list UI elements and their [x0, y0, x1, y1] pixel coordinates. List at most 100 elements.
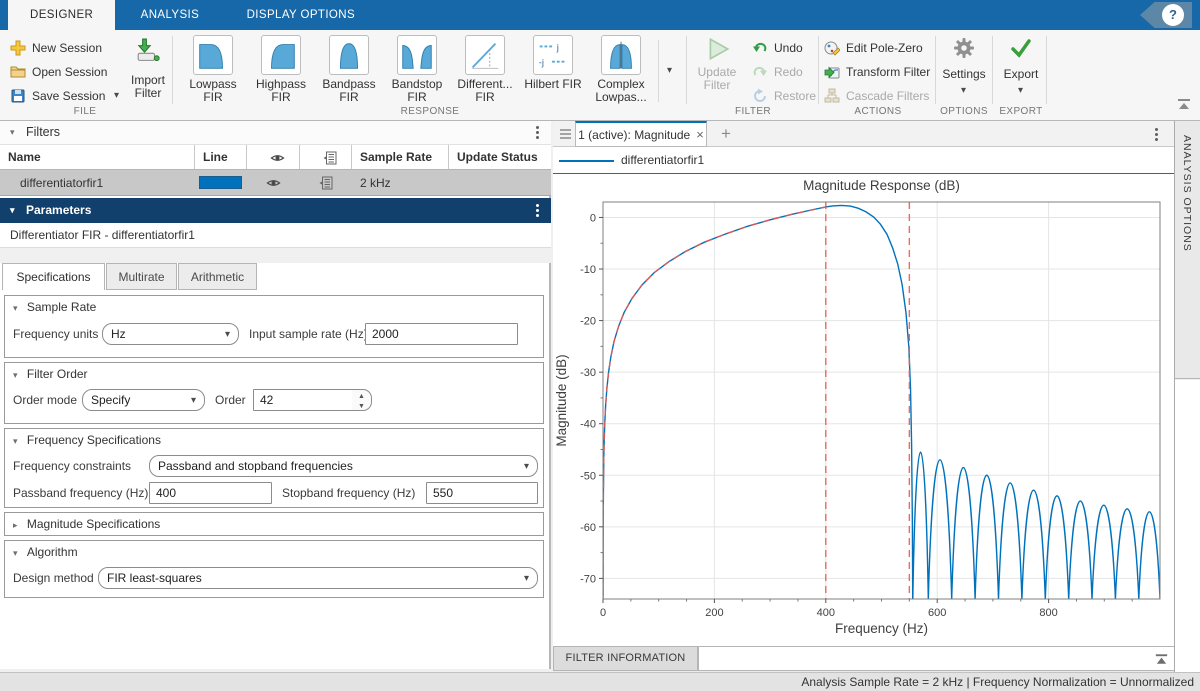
svg-text:0: 0: [600, 607, 606, 619]
stopband-frequency-label: Stopband frequency (Hz): [282, 482, 415, 504]
edit-pole-zero-icon: [824, 40, 840, 56]
open-session-button[interactable]: Open Session: [10, 62, 120, 82]
legend-list-icon: [323, 151, 337, 165]
bandpass-fir-icon: [329, 35, 369, 75]
transform-filter-button[interactable]: Transform Filter: [824, 62, 932, 82]
redo-button[interactable]: Redo: [752, 62, 816, 82]
undo-button[interactable]: Undo: [752, 38, 816, 58]
edit-pole-zero-button[interactable]: Edit Pole-Zero: [824, 38, 932, 58]
lowpass-fir-icon: [193, 35, 233, 75]
export-button[interactable]: Export ▾: [996, 34, 1046, 106]
restore-button[interactable]: Restore: [752, 86, 816, 106]
line-color-swatch[interactable]: [199, 176, 242, 189]
response-bandpass-fir-button[interactable]: Bandpass FIR: [316, 34, 382, 108]
magnitude-specs-group-header[interactable]: ▸ Magnitude Specifications: [5, 513, 543, 535]
highpass-fir-icon: [261, 35, 301, 75]
frequency-specs-group-header[interactable]: ▾ Frequency Specifications: [5, 429, 543, 451]
stopband-frequency-field[interactable]: [426, 482, 538, 504]
figure-menu-icon[interactable]: [1155, 128, 1158, 143]
order-field[interactable]: [253, 389, 353, 411]
response-lowpass-fir-button[interactable]: Lowpass FIR: [180, 34, 246, 108]
magnitude-plot-svg: 02004006008000-10-20-30-40-50-60-70Magni…: [553, 174, 1174, 645]
file-section-label: FILE: [20, 106, 150, 117]
section-divider: [818, 36, 819, 104]
filter-name-cell: differentiatorfir1: [0, 170, 195, 195]
magnitude-response-plot[interactable]: 02004006008000-10-20-30-40-50-60-70Magni…: [553, 174, 1174, 645]
help-button[interactable]: ?: [1162, 4, 1184, 26]
analysis-options-strip[interactable]: ANALYSIS OPTIONS: [1175, 121, 1200, 379]
algorithm-group-header[interactable]: ▾ Algorithm: [5, 541, 543, 563]
update-filter-button[interactable]: Update Filter: [690, 34, 744, 106]
order-mode-dropdown[interactable]: Specify ▾: [82, 389, 205, 411]
filter-legend-cell[interactable]: [300, 170, 352, 195]
filter-information-field[interactable]: [698, 646, 1176, 671]
response-complex-lowpass-button[interactable]: Complex Lowpas...: [588, 34, 654, 108]
tab-specifications[interactable]: Specifications: [2, 263, 105, 290]
tab-arithmetic[interactable]: Arithmetic: [178, 263, 257, 290]
collapse-filters-icon[interactable]: ▾: [10, 127, 15, 138]
response-differentiator-fir-button[interactable]: Different... FIR: [452, 34, 518, 108]
settings-caret-icon: ▾: [961, 86, 966, 96]
design-method-dropdown[interactable]: FIR least-squares ▾: [98, 567, 538, 589]
restore-icon: [752, 88, 768, 104]
column-header-update-status[interactable]: Update Status: [449, 145, 550, 169]
passband-frequency-field[interactable]: [149, 482, 272, 504]
response-section-label: RESPONSE: [360, 106, 500, 117]
frequency-constraints-dropdown[interactable]: Passband and stopband frequencies ▾: [149, 455, 538, 477]
filter-information-tab[interactable]: FILTER INFORMATION: [553, 646, 698, 671]
response-hilbert-fir-button[interactable]: j-j Hilbert FIR: [520, 34, 586, 108]
magnitude-figure-tab[interactable]: 1 (active): Magnitude×: [575, 121, 707, 147]
filters-menu-icon[interactable]: [536, 126, 539, 141]
transform-filter-icon: [824, 64, 840, 80]
frequency-units-dropdown[interactable]: Hz ▾: [102, 323, 239, 345]
section-divider: [935, 36, 936, 104]
parameters-panel-header[interactable]: ▾ Parameters: [0, 198, 551, 223]
figure-list-icon[interactable]: [559, 128, 572, 140]
filter-line-cell[interactable]: [195, 170, 247, 195]
filter-visibility-cell[interactable]: [247, 170, 300, 195]
expand-panel-up-icon[interactable]: [1154, 653, 1169, 665]
response-gallery-expand-button[interactable]: ▾: [658, 40, 680, 102]
column-header-sample-rate[interactable]: Sample Rate: [352, 145, 449, 169]
input-sample-rate-field[interactable]: [365, 323, 518, 345]
filter-designer-app: DESIGNER ANALYSIS DISPLAY OPTIONS ? New …: [0, 0, 1200, 691]
tab-display-options[interactable]: DISPLAY OPTIONS: [225, 0, 377, 30]
collapse-parameters-icon[interactable]: ▾: [10, 198, 15, 223]
tab-analysis[interactable]: ANALYSIS: [119, 0, 222, 30]
dropdown-caret-icon: ▾: [225, 330, 230, 340]
response-highpass-fir-button[interactable]: Highpass FIR: [248, 34, 314, 108]
parameters-menu-icon[interactable]: [536, 204, 539, 219]
new-session-button[interactable]: New Session: [10, 38, 120, 58]
sample-rate-group-header[interactable]: ▾ Sample Rate: [5, 296, 543, 318]
import-filter-button[interactable]: Import Filter: [124, 34, 172, 106]
status-bar: Analysis Sample Rate = 2 kHz | Frequency…: [0, 672, 1200, 691]
order-spinner[interactable]: ▲▼: [352, 389, 372, 411]
save-session-caret-icon[interactable]: ▾: [114, 91, 119, 101]
svg-text:j: j: [556, 42, 559, 53]
filters-parameters-panel: ▾ Filters Name Line Sample Rate Update S…: [0, 121, 551, 669]
cascade-filters-button[interactable]: Cascade Filters: [824, 86, 932, 106]
filters-panel-header[interactable]: ▾ Filters: [0, 121, 551, 145]
complex-lowpass-icon: [601, 35, 641, 75]
tab-multirate[interactable]: Multirate: [106, 263, 177, 290]
filter-order-group-header[interactable]: ▾ Filter Order: [5, 363, 543, 385]
filter-sample-rate-cell: 2 kHz: [352, 170, 449, 195]
filter-table-row[interactable]: differentiatorfir1 2 kHz: [0, 170, 551, 196]
frequency-specifications-group: ▾ Frequency Specifications Frequency con…: [4, 428, 544, 508]
column-header-legend[interactable]: [300, 145, 352, 169]
sample-rate-group: ▾ Sample Rate Frequency units Hz ▾ Input…: [4, 295, 544, 358]
close-tab-icon[interactable]: ×: [696, 127, 704, 142]
response-bandstop-fir-button[interactable]: Bandstop FIR: [384, 34, 450, 108]
svg-text:-40: -40: [580, 419, 596, 431]
column-header-name[interactable]: Name: [0, 145, 195, 169]
settings-button[interactable]: Settings ▾: [938, 34, 990, 106]
strip-spacer: [1175, 380, 1200, 672]
legend-series-name[interactable]: differentiatorfir1: [621, 153, 704, 167]
passband-frequency-label: Passband frequency (Hz): [13, 482, 148, 504]
column-header-line[interactable]: Line: [195, 145, 247, 169]
save-session-button[interactable]: Save Session ▾: [10, 86, 120, 106]
new-figure-button[interactable]: +: [715, 123, 737, 145]
column-header-visibility[interactable]: [247, 145, 300, 169]
collapse-toolstrip-button[interactable]: [1176, 98, 1192, 110]
tab-designer[interactable]: DESIGNER: [8, 0, 115, 30]
